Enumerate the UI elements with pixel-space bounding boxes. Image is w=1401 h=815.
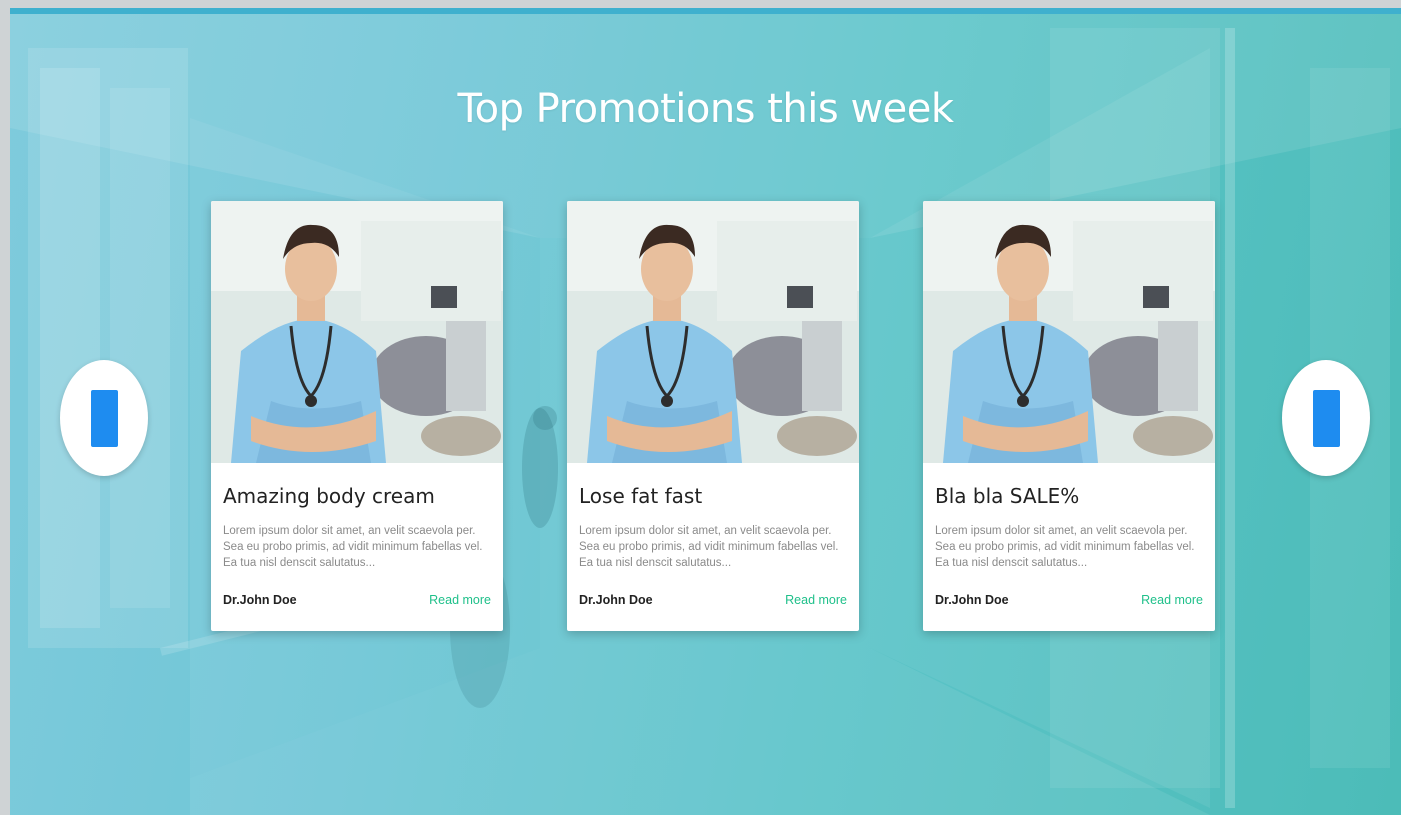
card-description: Lorem ipsum dolor sit amet, an velit sca… [579, 525, 839, 569]
promotion-card[interactable]: Lose fat fast Lorem ipsum dolor sit amet… [567, 201, 859, 631]
card-author: Dr.John Doe [579, 593, 653, 607]
read-more-link[interactable]: Read more [429, 593, 491, 607]
slider-prev-icon [91, 390, 118, 447]
slider-prev-button[interactable] [60, 360, 148, 476]
doctor-photo [211, 201, 503, 463]
doctor-photo [923, 201, 1215, 463]
read-more-link[interactable]: Read more [1141, 593, 1203, 607]
card-description: Lorem ipsum dolor sit amet, an velit sca… [935, 525, 1195, 569]
slider-next-icon [1313, 390, 1340, 447]
card-title: Amazing body cream [223, 484, 435, 508]
card-author: Dr.John Doe [223, 593, 297, 607]
read-more-link[interactable]: Read more [785, 593, 847, 607]
page-frame: Top Promotions this week Amazing body cr… [0, 0, 1401, 815]
section-title: Top Promotions this week [457, 86, 954, 132]
card-title: Bla bla SALE% [935, 484, 1080, 508]
card-title: Lose fat fast [579, 484, 703, 508]
promotions-hero: Top Promotions this week Amazing body cr… [10, 8, 1401, 815]
card-author: Dr.John Doe [935, 593, 1009, 607]
doctor-photo [567, 201, 859, 463]
slider-next-button[interactable] [1282, 360, 1370, 476]
promotion-card[interactable]: Amazing body cream Lorem ipsum dolor sit… [211, 201, 503, 631]
card-description: Lorem ipsum dolor sit amet, an velit sca… [223, 525, 483, 569]
promotion-card[interactable]: Bla bla SALE% Lorem ipsum dolor sit amet… [923, 201, 1215, 631]
